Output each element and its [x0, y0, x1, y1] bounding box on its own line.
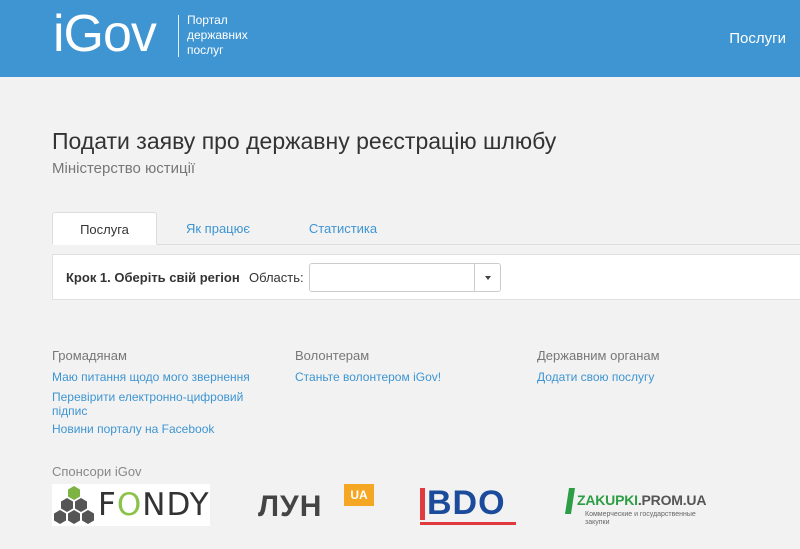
zakupki-wordmark-pre: ZAKUPKI — [577, 492, 638, 508]
sponsor-bdo-logo[interactable]: BDO — [418, 484, 518, 526]
step-panel: Крок 1. Оберіть свій регіон Область: — [52, 254, 800, 300]
fondy-wordmark-o: O — [116, 487, 143, 523]
fondy-wordmark-pre: F — [98, 487, 117, 523]
bdo-underline — [420, 522, 516, 525]
fondy-wordmark: FONDY — [98, 487, 210, 523]
page-subtitle: Міністерство юстиції — [52, 160, 196, 177]
logo-subtitle-line-3: послуг — [187, 43, 224, 57]
nav-services-link[interactable]: Послуги — [729, 30, 786, 47]
sponsor-zakupki-logo[interactable]: ZAKUPKI.PROM.UA Коммерческие и государст… — [563, 484, 713, 526]
logo-subtitle-line-2: державних — [187, 28, 248, 42]
link-verify-signature[interactable]: Перевірити електронно-цифровий підпис — [52, 390, 267, 418]
logo-subtitle: Портал державних послуг — [187, 13, 277, 58]
bdo-bar-icon — [420, 488, 425, 520]
region-select[interactable] — [309, 263, 501, 292]
zakupki-wordmark: ZAKUPKI.PROM.UA — [577, 492, 706, 508]
step-label: Крок 1. Оберіть свій регіон — [66, 270, 240, 285]
link-my-request-question[interactable]: Маю питання щодо мого звернення — [52, 370, 267, 384]
fondy-hexagons-icon — [54, 486, 94, 524]
bdo-wordmark: BDO — [427, 484, 506, 522]
zakupki-wordmark-post: .PROM.UA — [637, 492, 707, 508]
igov-logo[interactable]: iGov — [53, 4, 157, 64]
lun-ua-badge: UA — [344, 484, 374, 506]
region-label: Область: — [249, 270, 304, 285]
sponsors-title: Спонсори iGov — [52, 464, 142, 479]
caret-down-icon — [485, 276, 491, 280]
footer-volunteers-title: Волонтерам — [295, 348, 370, 363]
footer-citizens-title: Громадянам — [52, 348, 127, 363]
tab-service[interactable]: Послуга — [52, 212, 157, 245]
lun-wordmark: ЛУН — [258, 490, 323, 523]
page-title: Подати заяву про державну реєстрацію шлю… — [52, 128, 557, 154]
link-facebook-news[interactable]: Новини порталу на Facebook — [52, 422, 267, 436]
link-add-service[interactable]: Додати свою послугу — [537, 370, 654, 384]
sponsor-lun-logo[interactable]: ЛУН UA — [258, 484, 374, 526]
zakupki-tagline: Коммерческие и государственные закупки — [585, 511, 696, 526]
link-become-volunteer[interactable]: Станьте волонтером iGov! — [295, 370, 441, 384]
logo-divider — [178, 15, 179, 57]
fondy-wordmark-post: NDY — [142, 487, 210, 523]
region-select-toggle[interactable] — [474, 264, 500, 291]
tab-how-it-works[interactable]: Як працює — [165, 212, 271, 245]
zakupki-leaf-icon — [565, 488, 575, 514]
footer-gov-bodies-title: Державним органам — [537, 348, 660, 363]
tab-statistics[interactable]: Статистика — [290, 212, 396, 245]
top-header: iGov Портал державних послуг Послуги — [0, 0, 800, 77]
logo-subtitle-line-1: Портал — [187, 13, 228, 27]
sponsor-fondy-logo[interactable]: FONDY — [52, 484, 210, 526]
